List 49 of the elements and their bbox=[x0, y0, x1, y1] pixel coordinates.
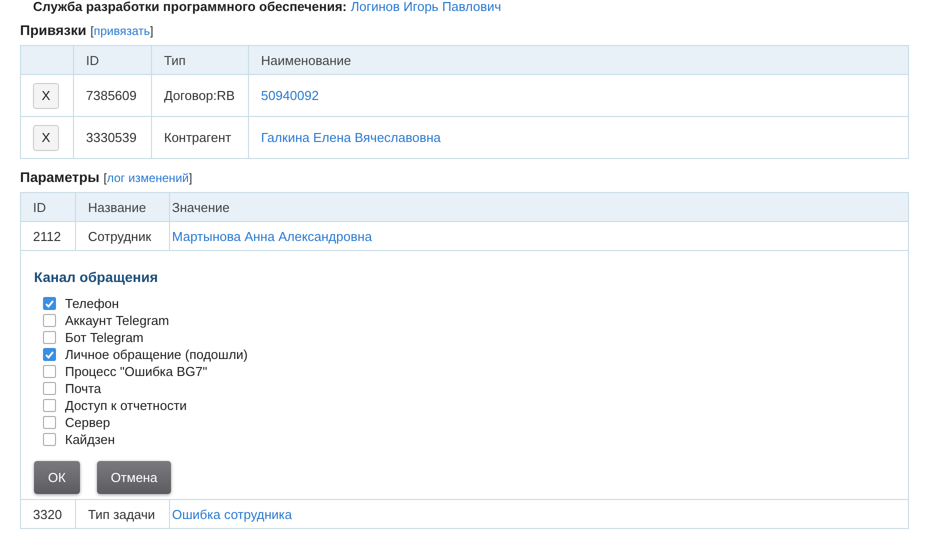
table-cell: 7385609 bbox=[74, 74, 152, 116]
table-cell: 3320 bbox=[20, 500, 76, 528]
section-link[interactable]: лог изменений bbox=[106, 171, 189, 185]
checkbox-label: Бот Telegram bbox=[65, 330, 144, 345]
checkbox-label: Аккаунт Telegram bbox=[65, 313, 170, 328]
checkbox[interactable] bbox=[43, 416, 56, 429]
form-button[interactable]: Отмена bbox=[96, 461, 172, 494]
checkbox-label: Сервер bbox=[65, 415, 110, 430]
remove-button[interactable]: X bbox=[33, 124, 59, 150]
column-header: ID bbox=[20, 192, 76, 222]
column-header: ID bbox=[74, 46, 152, 74]
checkbox-label: Доступ к отчетности bbox=[65, 398, 187, 413]
table-cell: 3330539 bbox=[74, 116, 152, 158]
table-cell: Договор:RB bbox=[152, 74, 248, 116]
bracketed-link: [лог изменений] bbox=[104, 171, 192, 185]
checkbox[interactable] bbox=[43, 297, 56, 310]
checkbox[interactable] bbox=[43, 433, 56, 446]
owner-label: Служба разработки программного обеспечения: bbox=[33, 0, 347, 14]
owner-link[interactable]: Логинов Игорь Павлович bbox=[350, 0, 502, 14]
name-link[interactable]: Галкина Елена Вячеславовна bbox=[261, 130, 441, 145]
value-link[interactable]: Мартынова Анна Александровна bbox=[172, 228, 372, 244]
section-title: Параметры bbox=[20, 169, 100, 185]
remove-button[interactable]: X bbox=[33, 82, 59, 108]
section-link[interactable]: привязать bbox=[94, 24, 150, 38]
checkbox[interactable] bbox=[43, 399, 56, 412]
bracketed-link: [привязать] bbox=[90, 24, 154, 38]
column-header: Значение bbox=[170, 192, 908, 222]
column-header: Тип bbox=[152, 46, 248, 74]
checkbox[interactable] bbox=[43, 348, 56, 361]
name-link[interactable]: 50940092 bbox=[261, 88, 319, 103]
checkbox-label: Телефон bbox=[65, 296, 119, 311]
table-cell: Тип задачи bbox=[76, 500, 170, 528]
table-cell: Сотрудник bbox=[76, 222, 170, 250]
form-button[interactable]: ОК bbox=[34, 461, 80, 494]
value-link[interactable]: Ошибка сотрудника bbox=[172, 506, 292, 522]
checkbox-label: Процесс "Ошибка BG7" bbox=[65, 364, 208, 379]
column-header: Название bbox=[76, 192, 170, 222]
editor-title: Канал обращения bbox=[34, 269, 159, 285]
checkbox-label: Почта bbox=[65, 381, 102, 396]
checkbox-label: Кайдзен bbox=[65, 432, 115, 447]
checkbox-label: Личное обращение (подошли) bbox=[65, 347, 248, 362]
checkbox[interactable] bbox=[43, 331, 56, 344]
table-cell: Контрагент bbox=[152, 116, 248, 158]
checkbox[interactable] bbox=[43, 314, 56, 327]
section-title: Привязки bbox=[20, 22, 86, 38]
table-cell: 2112 bbox=[20, 222, 76, 250]
checkbox[interactable] bbox=[43, 365, 56, 378]
checkbox[interactable] bbox=[43, 382, 56, 395]
column-header: Наименование bbox=[248, 46, 908, 74]
